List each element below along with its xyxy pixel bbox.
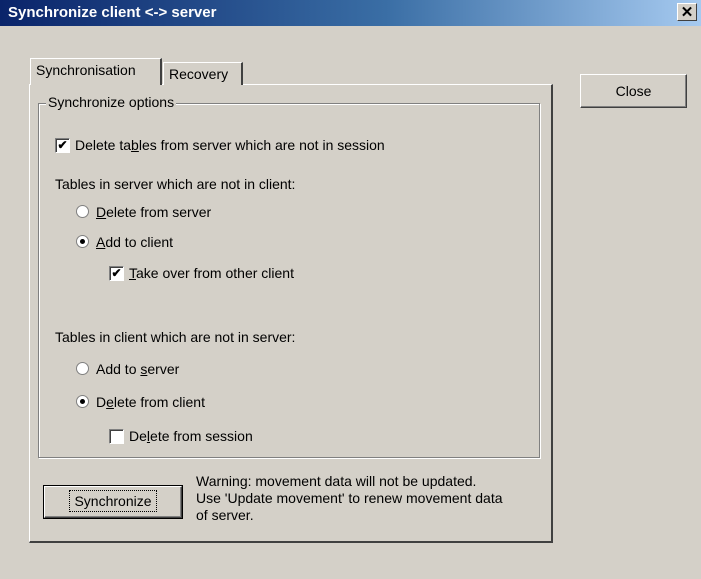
client-not-server-label: Tables in client which are not in server… xyxy=(55,329,296,345)
delete-from-session-checkbox[interactable] xyxy=(109,429,124,444)
delete-from-server-label: Delete from server xyxy=(96,204,212,220)
add-to-server-radio[interactable] xyxy=(76,362,89,375)
radio-selected-dot xyxy=(80,399,85,404)
server-not-client-label: Tables in server which are not in client… xyxy=(55,176,296,192)
delete-from-client-label: Delete from client xyxy=(96,394,205,410)
synchronize-button[interactable]: Synchronize xyxy=(43,485,183,519)
add-to-client-label: Add to client xyxy=(96,234,174,250)
warning-text: Warning: movement data will not be updat… xyxy=(196,473,546,524)
window-title: Synchronize client <-> server xyxy=(8,4,217,21)
warning-line-2: Use 'Update movement' to renew movement … xyxy=(196,490,503,506)
delete-tables-checkbox[interactable]: ✔ xyxy=(55,138,70,153)
tab-synchronisation[interactable]: Synchronisation xyxy=(30,58,162,85)
warning-line-3: of server. xyxy=(196,507,254,523)
add-to-server-label: Add to server xyxy=(96,361,180,377)
warning-line-1: Warning: movement data will not be updat… xyxy=(196,473,477,489)
delete-from-session-label: Delete from session xyxy=(129,428,253,444)
close-button[interactable]: Close xyxy=(580,74,687,108)
add-to-client-radio[interactable] xyxy=(76,235,89,248)
title-bar: Synchronize client <-> server ✕ xyxy=(0,0,701,26)
take-over-checkbox[interactable]: ✔ xyxy=(109,266,124,281)
take-over-label: Take over from other client xyxy=(129,265,294,281)
radio-selected-dot xyxy=(80,239,85,244)
delete-tables-label: Delete tables from server which are not … xyxy=(75,137,385,153)
tab-recovery[interactable]: Recovery xyxy=(163,62,243,85)
delete-from-client-radio[interactable] xyxy=(76,395,89,408)
delete-from-server-radio[interactable] xyxy=(76,205,89,218)
group-title: Synchronize options xyxy=(46,94,177,110)
synchronize-button-label: Synchronize xyxy=(69,490,157,512)
close-icon[interactable]: ✕ xyxy=(677,3,697,21)
